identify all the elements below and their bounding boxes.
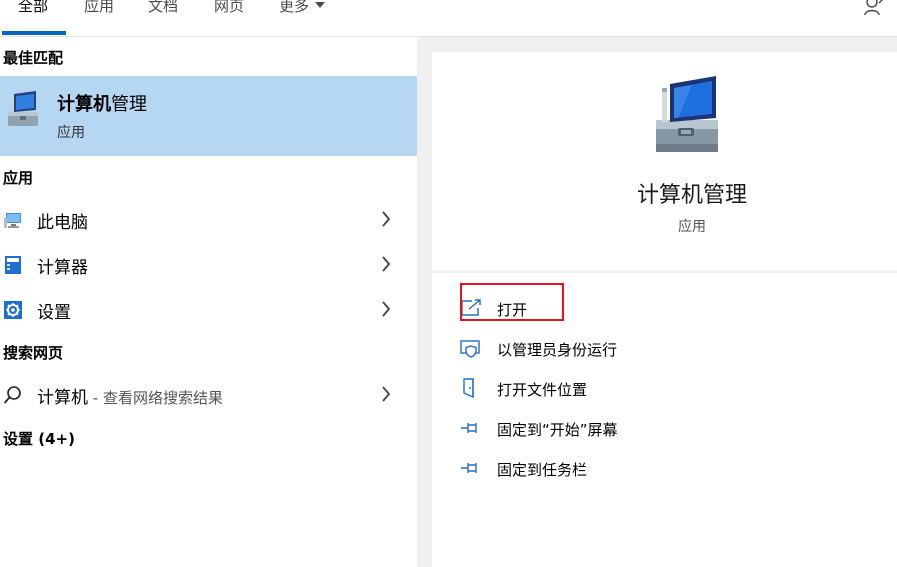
tab-label: 全部 (18, 0, 49, 15)
active-tab-indicator (2, 31, 66, 35)
this-pc-icon (4, 213, 21, 228)
file-location-icon (463, 378, 474, 398)
chevron-down-icon (315, 1, 326, 8)
app-label: 此电脑 (37, 213, 88, 233)
best-match-subtitle: 应用 (57, 125, 85, 141)
shield-admin-icon (460, 340, 480, 358)
chevron-right-icon[interactable] (381, 386, 391, 402)
results-pane: 最佳匹配 计算机管理 应用 应用 此电脑 计算器 设置 搜索网页 计算机 - 查… (0, 37, 417, 567)
best-match-title-rest: 管理 (111, 94, 147, 115)
best-match-title: 计算机管理 (57, 90, 147, 116)
search-icon (3, 386, 21, 404)
computer-management-large-icon (656, 76, 718, 152)
pin-icon (461, 423, 477, 433)
action-label: 打开文件位置 (497, 381, 588, 399)
section-best-match: 最佳匹配 (3, 49, 64, 67)
action-label: 固定到任务栏 (497, 461, 588, 479)
tab-all[interactable]: 全部 (18, 0, 48, 20)
action-pin-to-start[interactable]: 固定到“开始”屏幕 (460, 414, 860, 444)
chevron-right-icon[interactable] (381, 256, 391, 272)
tab-more[interactable]: 更多 (279, 0, 326, 20)
tab-web[interactable]: 网页 (214, 0, 244, 20)
section-web-search: 搜索网页 (3, 344, 64, 362)
web-result-query: 计算机 (37, 388, 88, 408)
app-item-this-pc[interactable]: 此电脑 (0, 197, 417, 241)
tab-label: 更多 (279, 0, 310, 15)
detail-app-subtitle: 应用 (678, 219, 706, 235)
best-match-item-computer-management[interactable]: 计算机管理 应用 (0, 76, 417, 156)
feedback-person-icon[interactable] (863, 0, 885, 16)
action-pin-to-taskbar[interactable]: 固定到任务栏 (460, 454, 860, 484)
app-label: 设置 (37, 303, 71, 323)
tab-label: 网页 (214, 0, 245, 15)
pin-icon (461, 463, 477, 473)
tab-label: 文档 (148, 0, 179, 15)
highlight-annotation-box (460, 283, 564, 321)
divider (432, 270, 897, 273)
computer-management-icon (8, 91, 38, 126)
action-open-file-location[interactable]: 打开文件位置 (460, 374, 860, 404)
app-label: 计算器 (37, 258, 88, 278)
section-settings[interactable]: 设置 (4+) (3, 428, 75, 449)
calculator-icon (5, 256, 21, 274)
action-label: 固定到“开始”屏幕 (497, 421, 618, 439)
settings-gear-icon (4, 301, 22, 319)
detail-app-title: 计算机管理 (636, 183, 747, 208)
app-item-calculator[interactable]: 计算器 (0, 242, 417, 286)
tab-apps[interactable]: 应用 (84, 0, 114, 20)
action-label: 以管理员身份运行 (497, 341, 618, 359)
best-match-title-bold: 计算机 (57, 94, 111, 115)
web-search-result[interactable]: 计算机 - 查看网络搜索结果 (0, 372, 417, 416)
app-item-settings[interactable]: 设置 (0, 287, 417, 331)
tab-label: 应用 (84, 0, 115, 15)
web-result-suffix: - 查看网络搜索结果 (88, 389, 223, 407)
section-apps: 应用 (3, 169, 34, 187)
search-filter-tabs: 全部 应用 文档 网页 更多 (0, 0, 897, 37)
chevron-right-icon[interactable] (381, 211, 391, 227)
tab-documents[interactable]: 文档 (148, 0, 178, 20)
action-run-as-admin[interactable]: 以管理员身份运行 (460, 334, 860, 364)
web-result-label: 计算机 - 查看网络搜索结果 (37, 383, 223, 408)
chevron-right-icon[interactable] (381, 301, 391, 317)
